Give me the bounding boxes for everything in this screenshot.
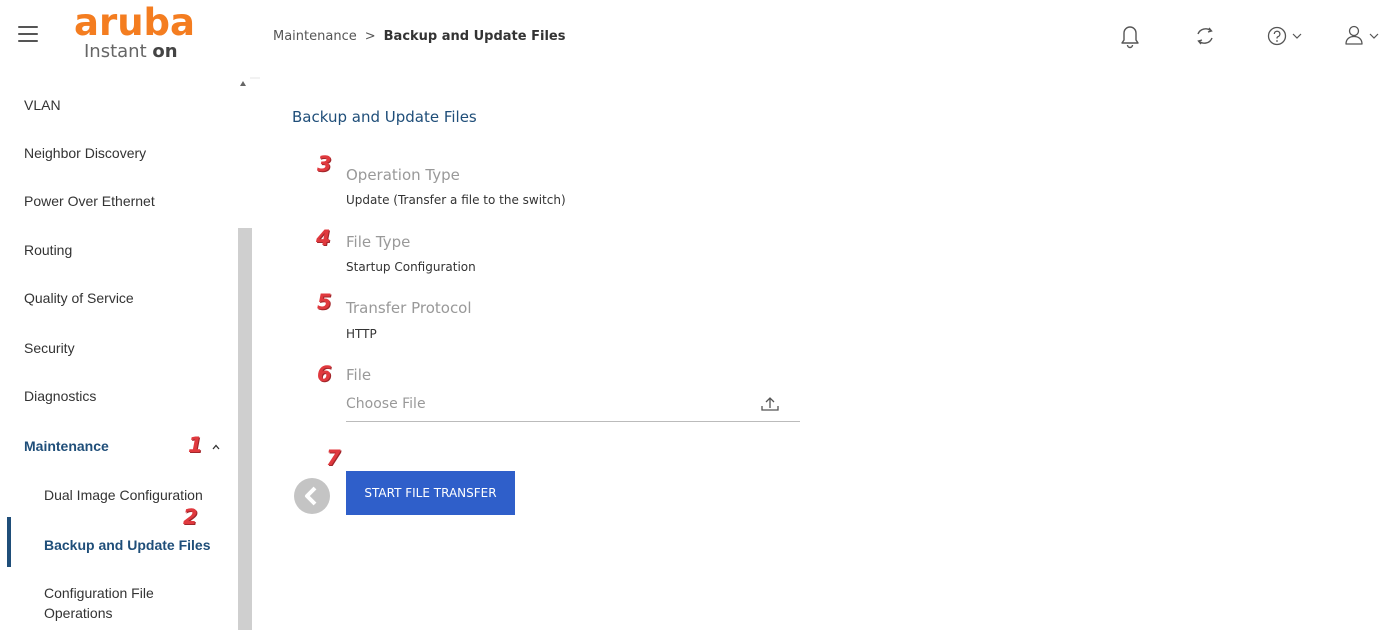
sidebar-item-quality-of-service[interactable]: Quality of Service [24,290,134,306]
step-marker: 5 [317,290,332,314]
help-icon[interactable] [1266,22,1302,50]
hamburger-menu-icon[interactable] [18,26,38,42]
chevron-left-icon [305,486,317,506]
user-chevron-down-icon[interactable] [1369,32,1379,40]
sidebar-item-routing[interactable]: Routing [24,242,72,258]
file-chooser-input[interactable]: Choose File [346,392,800,422]
transfer-protocol-value: HTTP [346,327,377,341]
top-header: aruba Instant on Maintenance > Backup and … [0,0,1395,72]
logo-sub-regular: Instant [84,41,147,62]
page-title: Backup and Update Files [292,108,477,126]
breadcrumb-parent[interactable]: Maintenance [273,29,357,44]
step-marker: 2 [183,505,198,529]
sidebar-subitem-dual-image-configuration[interactable]: Dual Image Configuration [44,485,203,505]
sidebar-item-power-over-ethernet[interactable]: Power Over Ethernet [24,193,155,209]
transfer-protocol-label: Transfer Protocol [346,299,472,317]
file-chooser-placeholder: Choose File [346,396,426,412]
start-file-transfer-button[interactable]: START FILE TRANSFER [346,471,515,515]
logo-sub-bold: on [152,41,178,62]
breadcrumb-separator: > [364,29,376,44]
sidebar-item-security[interactable]: Security [24,340,75,356]
sidebar-item-neighbor-discovery[interactable]: Neighbor Discovery [24,145,146,161]
sidebar-item-maintenance[interactable]: Maintenance [24,438,109,454]
sidebar-item-vlan[interactable]: VLAN [24,97,61,113]
step-marker: 6 [317,362,332,386]
file-label: File [346,366,372,384]
aruba-logo: aruba Instant on [74,1,196,65]
logo-main-text: aruba [74,1,196,44]
breadcrumb-current: Backup and Update Files [383,29,566,44]
file-type-label: File Type [346,233,411,251]
upload-icon[interactable] [760,395,780,418]
sidebar-scrollbar[interactable] [238,228,252,630]
active-indicator [7,517,11,567]
user-icon[interactable] [1343,22,1379,50]
scroll-up-arrow-icon[interactable] [236,76,260,90]
step-marker: 7 [326,446,341,470]
step-marker: 4 [316,226,331,250]
sidebar-item-diagnostics[interactable]: Diagnostics [24,388,96,404]
refresh-icon[interactable] [1193,22,1217,50]
sidebar-subitem-backup-and-update-files[interactable]: Backup and Update Files [44,535,210,555]
step-marker: 3 [317,152,332,176]
operation-type-value: Update (Transfer a file to the switch) [346,193,566,207]
sidebar-subitem-configuration-file-operations[interactable]: Configuration File Operations [44,583,194,623]
help-chevron-down-icon[interactable] [1292,32,1302,40]
operation-type-label: Operation Type [346,166,460,184]
breadcrumb: Maintenance > Backup and Update Files [273,29,565,44]
logo-sub-text: Instant on [84,41,178,62]
file-type-value: Startup Configuration [346,260,476,274]
back-button[interactable] [294,478,330,514]
step-marker: 1 [188,433,203,457]
chevron-up-icon[interactable] [212,442,220,453]
bell-icon[interactable] [1118,22,1142,50]
